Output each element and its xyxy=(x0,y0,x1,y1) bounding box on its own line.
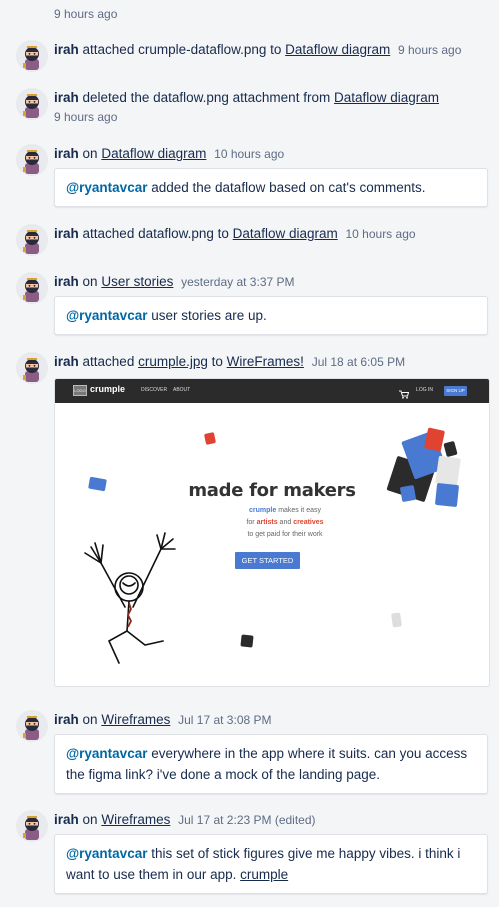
card-link[interactable]: Dataflow diagram xyxy=(101,146,206,161)
card-link[interactable]: Dataflow diagram xyxy=(233,226,338,241)
thumbnail-logo: crumple xyxy=(90,384,126,394)
thumbnail-subtitle-text: makes it easy xyxy=(278,507,321,514)
entry-time[interactable]: 10 hours ago xyxy=(214,147,284,161)
action-text: deleted the dataflow.png attachment from xyxy=(82,90,331,105)
entry-time[interactable]: Jul 18 at 6:05 PM xyxy=(312,355,405,369)
ninja-avatar-icon[interactable] xyxy=(16,224,48,256)
thumbnail-nav-about: ABOUT xyxy=(173,387,191,393)
mention-link[interactable]: @ryantavcar xyxy=(66,308,147,323)
action-text: on xyxy=(82,712,98,727)
ninja-avatar-icon[interactable] xyxy=(16,40,48,72)
comment-box[interactable]: @ryantavcar user stories are up. xyxy=(54,296,488,335)
entry-time-top: 9 hours ago xyxy=(54,7,118,21)
action-text: on xyxy=(82,274,98,289)
user-name[interactable]: irah xyxy=(54,226,79,241)
mention-link[interactable]: @ryantavcar xyxy=(66,846,147,861)
action-text: on xyxy=(82,812,98,827)
entry-time[interactable]: Jul 17 at 2:23 PM (edited) xyxy=(178,813,315,827)
thumbnail-brand-word: crumple xyxy=(249,507,277,514)
ninja-avatar-icon[interactable] xyxy=(16,710,48,742)
thumbnail-headline: made for makers xyxy=(188,480,356,501)
thumbnail-subtitle-line: crumple makes it easy xyxy=(215,505,355,516)
confetti-shape xyxy=(391,612,402,628)
entry-time[interactable]: yesterday at 3:37 PM xyxy=(181,275,294,289)
entry-time[interactable]: 9 hours ago xyxy=(398,43,461,57)
comment-link[interactable]: crumple xyxy=(240,867,288,882)
card-link[interactable]: WireFrames! xyxy=(227,354,304,369)
mention-link[interactable]: @ryantavcar xyxy=(66,180,147,195)
user-name[interactable]: irah xyxy=(54,42,79,57)
comment-box[interactable]: @ryantavcar added the dataflow based on … xyxy=(54,168,488,207)
attachment-thumbnail[interactable]: LOGO crumple DISCOVER ABOUT LOG IN SIGN … xyxy=(54,378,490,687)
user-name[interactable]: irah xyxy=(54,90,79,105)
action-text: on xyxy=(82,146,98,161)
ninja-avatar-icon[interactable] xyxy=(16,88,48,120)
user-name[interactable]: irah xyxy=(54,146,79,161)
thumbnail-cta: GET STARTED xyxy=(235,552,300,569)
entry-time[interactable]: Jul 17 at 3:08 PM xyxy=(178,713,271,727)
stick-figure-illustration xyxy=(84,532,176,664)
comment-text: added the dataflow based on cat's commen… xyxy=(151,180,426,195)
comment-text: user stories are up. xyxy=(151,308,267,323)
confetti-shape xyxy=(424,427,445,452)
confetti-shape xyxy=(240,634,254,648)
thumbnail-nav-discover: DISCOVER xyxy=(141,387,168,393)
comment-box[interactable]: @ryantavcar everywhere in the app where … xyxy=(54,734,488,794)
thumbnail-nav-login: LOG IN xyxy=(416,387,433,393)
entry-time[interactable]: 10 hours ago xyxy=(345,227,415,241)
thumbnail-logo-box: LOGO xyxy=(73,385,87,396)
card-link[interactable]: Dataflow diagram xyxy=(334,90,439,105)
entry-time[interactable]: 9 hours ago xyxy=(54,108,488,126)
mention-link[interactable]: @ryantavcar xyxy=(66,746,147,761)
comment-box[interactable]: @ryantavcar this set of stick figures gi… xyxy=(54,834,488,894)
action-text: to xyxy=(211,354,223,369)
card-link[interactable]: Wireframes xyxy=(101,812,170,827)
card-link[interactable]: Wireframes xyxy=(101,712,170,727)
user-name[interactable]: irah xyxy=(54,354,79,369)
ninja-avatar-icon[interactable] xyxy=(16,352,48,384)
user-name[interactable]: irah xyxy=(54,812,79,827)
ninja-avatar-icon[interactable] xyxy=(16,272,48,304)
thumbnail-navbar: LOGO crumple DISCOVER ABOUT LOG IN SIGN … xyxy=(55,379,489,403)
cart-icon xyxy=(399,386,410,404)
action-text: attached dataflow.png to xyxy=(82,226,229,241)
action-text: attached xyxy=(82,354,135,369)
attachment-link[interactable]: crumple.jpg xyxy=(138,354,208,369)
thumbnail-subtitle-text: and xyxy=(279,519,292,526)
card-link[interactable]: User stories xyxy=(101,274,173,289)
thumbnail-signup: SIGN UP xyxy=(444,386,467,396)
thumbnail-highlight-word: creatives xyxy=(293,519,324,526)
user-name[interactable]: irah xyxy=(54,274,79,289)
card-link[interactable]: Dataflow diagram xyxy=(285,42,390,57)
ninja-avatar-icon[interactable] xyxy=(16,810,48,842)
thumbnail-highlight-word: artists xyxy=(256,519,278,526)
thumbnail-subtitle-line: for artists and creatives xyxy=(215,517,355,528)
ninja-avatar-icon[interactable] xyxy=(16,144,48,176)
confetti-shape xyxy=(443,440,458,458)
user-name[interactable]: irah xyxy=(54,712,79,727)
thumbnail-subtitle-line: to get paid for their work xyxy=(247,531,323,538)
action-text: attached crumple-dataflow.png to xyxy=(82,42,282,57)
thumbnail-subtitle-text: for xyxy=(246,519,255,526)
confetti-shape xyxy=(203,432,217,445)
